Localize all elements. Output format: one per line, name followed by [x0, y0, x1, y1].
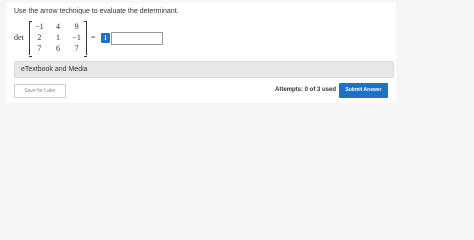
matrix-row: 7 6 7 — [30, 44, 86, 54]
matrix-cell: 9 — [74, 22, 79, 31]
matrix-cell: −1 — [35, 22, 44, 31]
matrix-row: 2 1 −1 — [30, 33, 86, 43]
question-card: Use the arrow technique to evaluate the … — [6, 3, 396, 103]
attempts-counter: Attempts: 0 of 3 used — [274, 87, 336, 93]
save-for-later-button[interactable]: Save for Later — [14, 84, 66, 98]
info-icon[interactable]: i — [101, 33, 110, 43]
matrix-cell: 4 — [55, 22, 60, 31]
matrix-cell: 2 — [37, 33, 42, 42]
det-label: det — [14, 33, 24, 42]
matrix-cell: 7 — [74, 44, 79, 53]
matrix: −1 4 9 2 1 −1 7 6 7 — [29, 21, 87, 57]
etextbook-media-button[interactable]: eTextbook and Media — [14, 61, 394, 78]
submit-answer-button[interactable]: Submit Answer — [339, 83, 388, 98]
matrix-cell: 1 — [55, 33, 60, 42]
determinant-equation: det −1 4 9 2 1 −1 7 6 7 = i — [14, 21, 174, 57]
equals-sign: = — [91, 33, 96, 42]
matrix-cell: 7 — [37, 44, 42, 53]
question-prompt: Use the arrow technique to evaluate the … — [14, 8, 179, 15]
answer-input[interactable] — [111, 32, 163, 45]
matrix-cell: 6 — [55, 44, 60, 53]
matrix-row: −1 4 9 — [30, 22, 86, 32]
matrix-cell: −1 — [72, 33, 81, 42]
